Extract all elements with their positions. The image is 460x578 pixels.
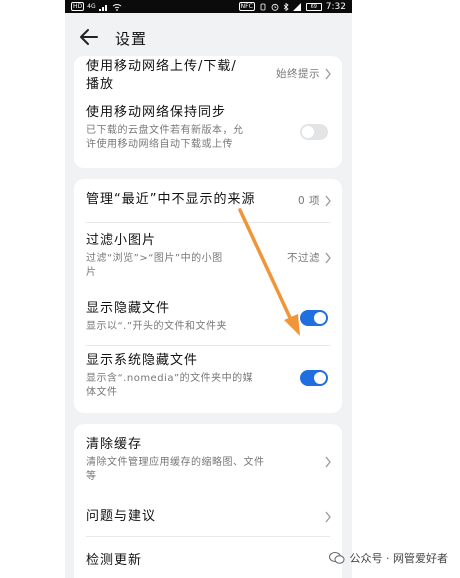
display-settings-card: 管理“最近”中不显示的来源 0 项 过滤小图片 过滤“浏览”>“图片”中的小图 … — [74, 179, 342, 413]
vibrate-icon — [260, 3, 266, 10]
check-update-setting[interactable]: 检测更新 — [86, 552, 332, 574]
show-system-hidden-files-desc-line2: 体文件 — [86, 387, 118, 398]
watermark-text: 公众号 · 网管爱好者 — [349, 552, 449, 565]
show-system-hidden-files-desc-line1: 显示含“.nomedia”的文件夹中的媒 — [86, 373, 254, 384]
recent-sources-value: 0 项 — [298, 193, 332, 208]
chevron-right-icon — [325, 456, 331, 468]
show-hidden-files-setting[interactable]: 显示隐藏文件 显示以“.”开头的文件和文件夹 — [86, 300, 332, 340]
toggle-knob — [302, 126, 314, 138]
divider — [86, 345, 330, 346]
status-right: NFC 69 7:32 — [238, 1, 346, 12]
recent-sources-title: 管理“最近”中不显示的来源 — [86, 192, 256, 207]
feedback-setting[interactable]: 问题与建议 — [86, 508, 332, 530]
hd-badge: HD — [71, 2, 85, 11]
status-left: HD 4G — [71, 2, 122, 11]
show-hidden-files-desc: 显示以“.”开头的文件和文件夹 — [86, 321, 228, 332]
nfc-badge: NFC — [238, 2, 255, 11]
status-time: 7:32 — [325, 1, 346, 12]
mobile-data-sync-desc-line1: 已下载的云盘文件若有新版本，允 — [86, 125, 244, 136]
chevron-right-icon — [325, 195, 331, 206]
watermark: 公众号 · 网管爱好者 — [328, 550, 449, 566]
toggle-knob — [314, 372, 326, 384]
show-system-hidden-files-toggle[interactable] — [300, 370, 328, 386]
show-system-hidden-files-setting[interactable]: 显示系统隐藏文件 显示含“.nomedia”的文件夹中的媒 体文件 — [86, 352, 332, 404]
chevron-right-icon — [325, 511, 331, 523]
toggle-knob — [314, 312, 326, 324]
status-bar: HD 4G NFC 69 7:32 — [65, 0, 352, 13]
mobile-data-sync-setting[interactable]: 使用移动网络保持同步 已下载的云盘文件若有新版本，允 许使用移动网络自动下载或上… — [86, 104, 332, 162]
mobile-data-transfer-setting[interactable]: 使用移动网络上传/下载/ 播放 始终提示 — [86, 58, 332, 100]
alarm-icon — [271, 3, 279, 11]
mobile-data-transfer-value-text: 始终提示 — [276, 68, 320, 80]
signal-label: 4G — [87, 3, 96, 10]
mobile-data-sync-desc-line2: 许使用移动网络自动下载或上传 — [86, 139, 233, 150]
filter-small-images-desc-line2: 片 — [86, 267, 97, 278]
show-system-hidden-files-title: 显示系统隐藏文件 — [86, 353, 199, 368]
chevron-right-icon — [325, 252, 331, 263]
clear-cache-setting[interactable]: 清除缓存 清除文件管理应用缓存的缩略图、文件 等 — [86, 436, 332, 496]
filter-small-images-setting[interactable]: 过滤小图片 过滤“浏览”>“图片”中的小图 片 不过滤 — [86, 232, 332, 292]
app-header: 设置 — [65, 20, 352, 54]
divider — [86, 536, 330, 537]
clear-cache-desc-line1: 清除文件管理应用缓存的缩略图、文件 — [86, 457, 265, 468]
wifi-icon — [112, 3, 121, 11]
wechat-icon — [328, 552, 344, 564]
chevron-right-icon — [325, 68, 331, 79]
general-settings-card: 清除缓存 清除文件管理应用缓存的缩略图、文件 等 问题与建议 检测更新 — [74, 424, 342, 578]
mobile-data-sync-toggle[interactable] — [300, 124, 328, 140]
show-hidden-files-toggle[interactable] — [300, 310, 328, 326]
back-arrow-icon[interactable] — [79, 28, 99, 46]
network-settings-card: 使用移动网络上传/下载/ 播放 始终提示 使用移动网络保持同步 已下载的云盘文件… — [74, 56, 342, 168]
divider — [86, 222, 330, 223]
clear-cache-title: 清除缓存 — [86, 437, 143, 452]
mobile-data-sync-title: 使用移动网络保持同步 — [86, 105, 227, 120]
signal-strength-icon — [292, 2, 301, 11]
signal-icon — [98, 4, 107, 11]
page-title: 设置 — [115, 30, 148, 48]
battery-icon: 69 — [305, 2, 322, 11]
recent-sources-setting[interactable]: 管理“最近”中不显示的来源 0 项 — [86, 191, 332, 217]
mobile-data-transfer-value: 始终提示 — [276, 66, 332, 81]
filter-small-images-value: 不过滤 — [287, 250, 332, 265]
clear-cache-desc-line2: 等 — [86, 471, 97, 482]
filter-small-images-value-text: 不过滤 — [287, 252, 320, 264]
show-hidden-files-title: 显示隐藏文件 — [86, 301, 171, 316]
check-update-title: 检测更新 — [86, 553, 143, 568]
phone-screen: HD 4G NFC 69 7:32 设置 使用移动网络上传/下载/ 播放 始终提… — [65, 0, 352, 578]
feedback-title: 问题与建议 — [86, 509, 157, 524]
recent-sources-value-text: 0 项 — [297, 195, 320, 207]
bluetooth-icon — [283, 2, 289, 11]
filter-small-images-title: 过滤小图片 — [86, 233, 157, 248]
